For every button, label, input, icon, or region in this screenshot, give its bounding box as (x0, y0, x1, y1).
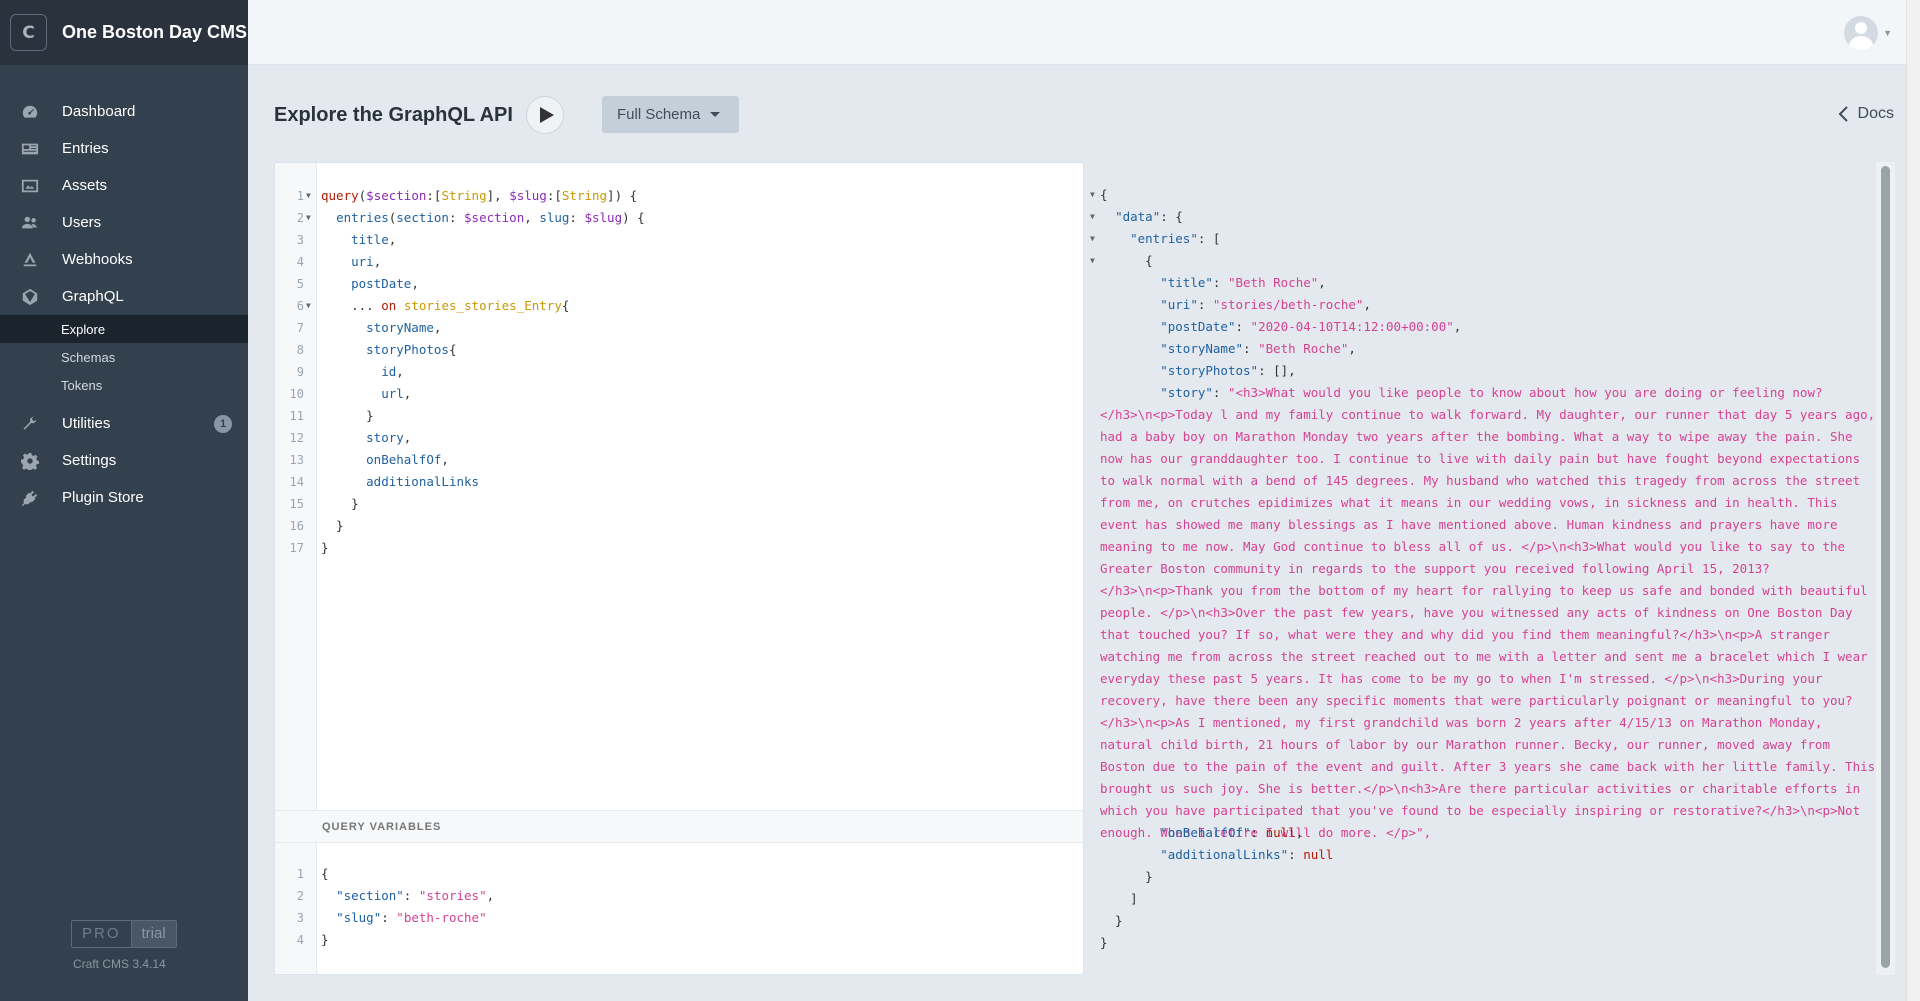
edition-badge[interactable]: PRO trial (71, 920, 177, 948)
nav-item-graphql[interactable]: GraphQL (0, 278, 248, 315)
fold-arrow-icon[interactable]: ▼ (306, 207, 311, 229)
run-query-button[interactable] (526, 96, 564, 134)
nav-label: Utilities (62, 415, 111, 432)
fold-arrow-icon[interactable]: ▼ (1090, 228, 1095, 250)
gear-icon (18, 452, 42, 470)
plug-icon (18, 489, 42, 507)
nav-item-entries[interactable]: Entries (0, 130, 248, 167)
nav-item-assets[interactable]: Assets (0, 167, 248, 204)
newspaper-icon (18, 140, 42, 158)
nav-label: Dashboard (62, 103, 136, 120)
nav-item-users[interactable]: Users (0, 204, 248, 241)
user-avatar-icon[interactable] (1844, 16, 1878, 50)
nav-label: Webhooks (62, 251, 133, 268)
schema-select-button[interactable]: Full Schema (602, 96, 739, 133)
subnav-item-tokens[interactable]: Tokens (0, 371, 248, 399)
fold-arrow-icon[interactable]: ▼ (306, 185, 311, 207)
top-bar: ▼ (248, 0, 1920, 65)
fold-arrow-icon[interactable]: ▼ (306, 295, 311, 317)
result-scrollbar[interactable] (1881, 166, 1890, 968)
nav-item-dashboard[interactable]: Dashboard (0, 93, 248, 130)
graphql-icon (18, 288, 42, 306)
play-icon (539, 107, 554, 123)
docs-toggle-button[interactable]: Docs (1838, 105, 1894, 123)
nav-label: Entries (62, 140, 109, 157)
nav-label: Plugin Store (62, 489, 144, 506)
chevron-left-icon (1838, 106, 1848, 122)
edition-trial: trial (131, 921, 176, 947)
result-viewer: ▼ { ▼ "data": { ▼ "entries": [ ▼ { "titl… (1084, 162, 1884, 975)
page-scrollbar[interactable] (1906, 0, 1920, 1001)
sidebar: C One Boston Day CMS Dashboard Entries A… (0, 0, 248, 1001)
webhook-icon (18, 251, 42, 269)
page-title: Explore the GraphQL API (274, 104, 513, 126)
fold-arrow-icon[interactable]: ▼ (1090, 250, 1095, 272)
query-editor[interactable]: 1 ▼ query($section:[String], $slug:[String… (275, 185, 1083, 559)
site-name[interactable]: One Boston Day CMS (62, 22, 247, 43)
nav-label: Settings (62, 452, 117, 469)
main-nav: Dashboard Entries Assets Users Webhooks … (0, 93, 248, 516)
edition-pro: PRO (72, 921, 132, 947)
nav-item-settings[interactable]: Settings (0, 442, 248, 479)
subnav-item-schemas[interactable]: Schemas (0, 343, 248, 371)
fold-arrow-icon[interactable]: ▼ (1090, 206, 1095, 228)
sidebar-header: C One Boston Day CMS (0, 0, 248, 65)
caret-down-icon (710, 112, 721, 117)
image-icon (18, 177, 42, 195)
craft-version: Craft CMS 3.4.14 (73, 957, 166, 971)
nav-label: Assets (62, 177, 108, 194)
nav-item-utilities[interactable]: Utilities 1 (0, 405, 248, 442)
fold-arrow-icon[interactable]: ▼ (1090, 184, 1095, 206)
variables-editor[interactable]: 1{ 2 "section": "stories", 3 "slug": "be… (275, 863, 1083, 951)
nav-item-webhooks[interactable]: Webhooks (0, 241, 248, 278)
craft-logo-icon[interactable]: C (10, 14, 47, 51)
chevron-down-icon[interactable]: ▼ (1883, 28, 1892, 38)
nav-item-plugin-store[interactable]: Plugin Store (0, 479, 248, 516)
utilities-badge: 1 (214, 415, 232, 433)
query-editor-panel: 1 ▼ query($section:[String], $slug:[String… (274, 162, 1084, 975)
users-icon (18, 214, 42, 232)
wrench-icon (18, 415, 42, 433)
schema-label: Full Schema (617, 106, 701, 123)
nav-label: Users (62, 214, 102, 231)
gauge-icon (18, 103, 42, 121)
nav-label: GraphQL (62, 288, 124, 305)
query-variables-header[interactable]: QUERY VARIABLES (275, 810, 1083, 843)
docs-label: Docs (1857, 105, 1894, 122)
subnav-item-explore[interactable]: Explore (0, 315, 248, 343)
story-value: "story": "<h3>What would you like people… (1100, 385, 1876, 840)
